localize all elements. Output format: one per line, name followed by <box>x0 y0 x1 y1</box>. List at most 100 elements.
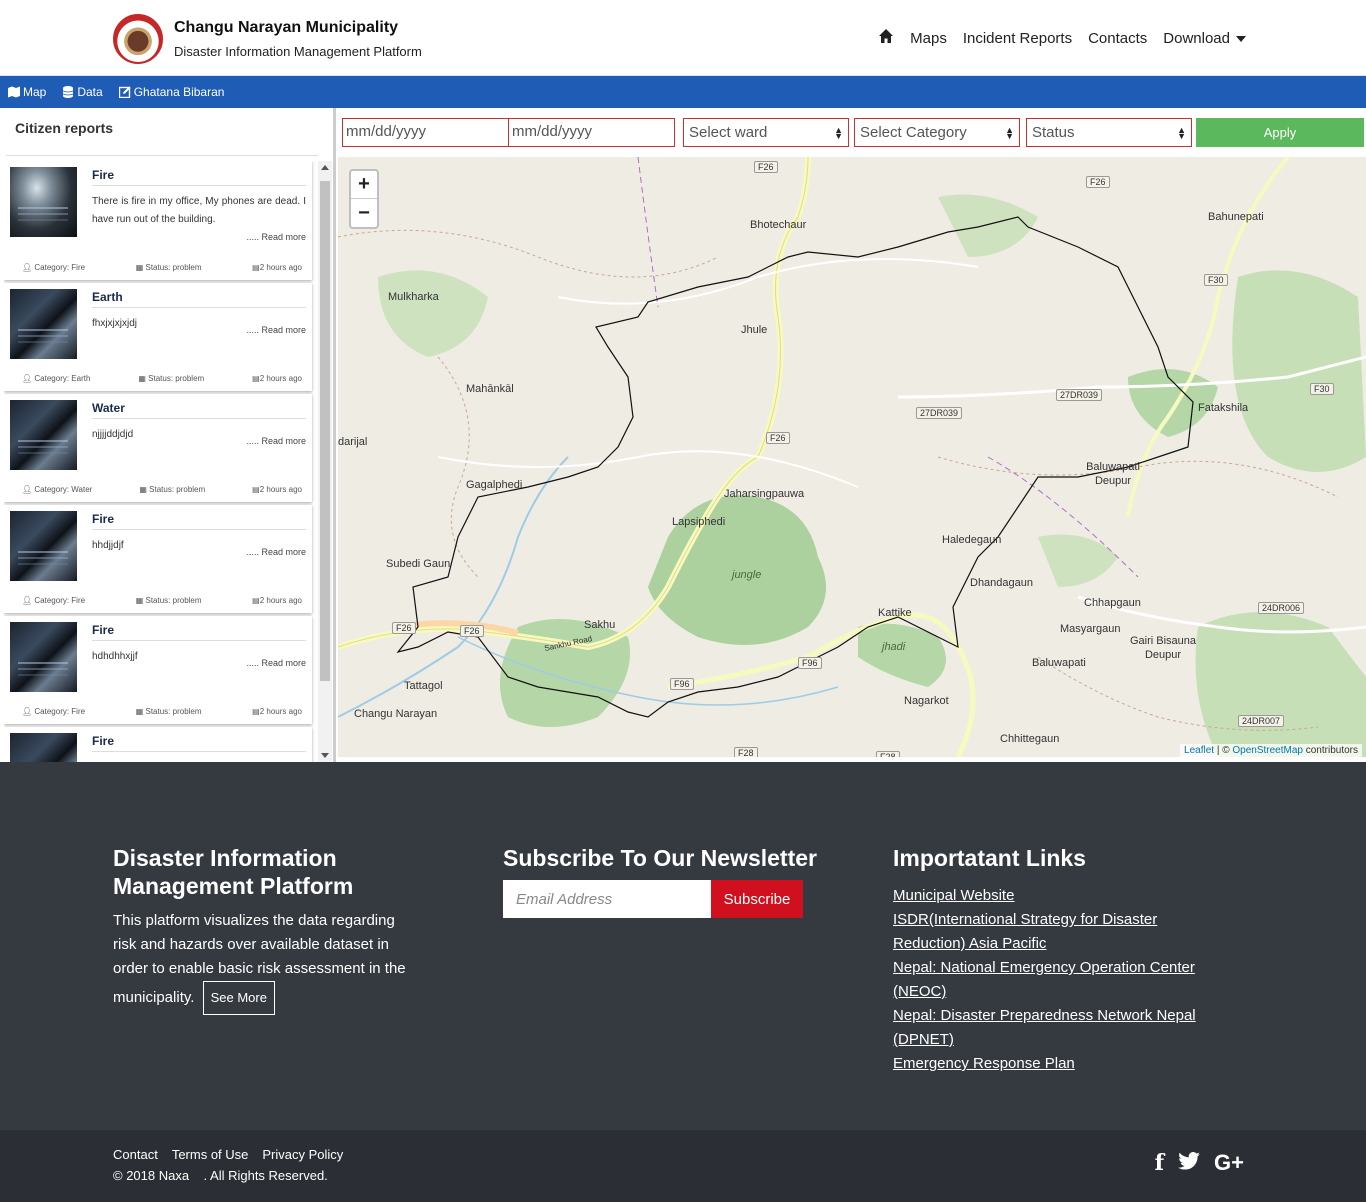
report-thumbnail[interactable] <box>10 511 77 581</box>
edit-icon <box>118 86 131 98</box>
scroll-up-icon[interactable] <box>321 165 329 170</box>
scroll-down-icon[interactable] <box>321 753 329 758</box>
footer-about: Disaster Information Management Platform… <box>113 844 433 1015</box>
map-place-label: Bahunepati <box>1208 211 1264 223</box>
link-municipal-website[interactable]: Municipal Website <box>893 884 1213 908</box>
terms-link[interactable]: Terms of Use <box>172 1147 249 1162</box>
report-time: ▤2 hours ago <box>252 485 302 494</box>
report-status: ▦ Status: problem <box>138 374 204 383</box>
apply-button[interactable]: Apply <box>1196 118 1364 147</box>
map-tiles <box>338 157 1366 757</box>
divider <box>6 155 318 156</box>
nav-incident-reports[interactable]: Incident Reports <box>963 30 1072 47</box>
road-label: F26 <box>766 432 790 444</box>
ward-select[interactable]: Select ward ▲ ▼ <box>683 118 849 147</box>
leaflet-link[interactable]: Leaflet <box>1184 745 1214 756</box>
bottom-links: Contact Terms of Use Privacy Policy <box>113 1147 343 1162</box>
report-list[interactable]: Fire There is fire in my office, My phone… <box>4 161 316 762</box>
divider <box>92 185 306 186</box>
category-select[interactable]: Select Category ▲ ▼ <box>854 118 1020 147</box>
report-thumbnail[interactable] <box>10 289 77 359</box>
google-plus-link[interactable]: G+ <box>1214 1150 1244 1176</box>
see-more-button[interactable]: See More <box>202 981 275 1015</box>
report-thumbnail[interactable] <box>10 733 77 762</box>
date-to-input[interactable]: mm/dd/yyyy <box>508 118 675 147</box>
read-more-link[interactable]: ..... Read more <box>246 436 306 446</box>
report-card[interactable]: Water njjjjddjdjd..... Read more 👤︎ Catego… <box>4 394 312 502</box>
nav-home[interactable] <box>878 28 894 48</box>
status-text: Status: problem <box>148 374 205 383</box>
report-thumbnail[interactable] <box>10 167 77 237</box>
report-thumbnail[interactable] <box>10 400 77 470</box>
nav-download-dropdown[interactable]: Download <box>1163 30 1246 47</box>
report-thumbnail[interactable] <box>10 622 77 692</box>
email-field[interactable]: Email Address <box>503 880 711 918</box>
map-place-label: Masyargaun <box>1060 623 1121 635</box>
time-text: 2 hours ago <box>259 374 302 383</box>
report-card[interactable]: Fire hdhdhhxjjf..... Read more 👤︎ Category… <box>4 616 312 724</box>
select-arrows-icon: ▲ ▼ <box>1177 124 1186 141</box>
report-time: ▤2 hours ago <box>252 374 302 383</box>
report-category: 👤︎ Category: Fire <box>22 263 85 272</box>
report-category: 👤︎ Category: Fire <box>22 707 85 716</box>
municipality-logo[interactable] <box>113 14 163 64</box>
report-category: 👤︎ Category: Water <box>22 485 92 494</box>
divider <box>92 418 306 419</box>
status-icon: ▦ <box>135 707 144 716</box>
report-title[interactable]: Fire <box>92 168 114 182</box>
tab-map[interactable]: Map <box>8 85 46 99</box>
nav-contacts[interactable]: Contacts <box>1088 30 1147 47</box>
user-icon: 👤︎ <box>22 374 33 383</box>
privacy-link[interactable]: Privacy Policy <box>262 1147 343 1162</box>
site-title[interactable]: Changu Narayan Municipality <box>174 19 398 37</box>
report-title[interactable]: Fire <box>92 512 114 526</box>
link-neoc[interactable]: Nepal: National Emergency Operation Cent… <box>893 956 1213 1004</box>
scroll-thumb[interactable] <box>320 181 330 681</box>
contact-link[interactable]: Contact <box>113 1147 158 1162</box>
tab-data-label: Data <box>77 85 103 99</box>
report-meta: 👤︎ Category: Fire ▦ Status: problem ▤2 hou… <box>22 263 302 272</box>
read-more-link[interactable]: ..... Read more <box>246 232 306 242</box>
road-label: F96 <box>670 678 694 690</box>
report-title[interactable]: Earth <box>92 290 123 304</box>
tab-data[interactable]: Data <box>62 85 103 99</box>
map-place-label: Jhule <box>741 324 768 336</box>
link-emergency-response-plan[interactable]: Emergency Response Plan <box>893 1052 1213 1076</box>
twitter-link[interactable] <box>1178 1151 1200 1175</box>
status-text: Status: problem <box>145 707 202 716</box>
report-title[interactable]: Water <box>92 401 125 415</box>
map-place-label: Fatakshila <box>1198 402 1249 414</box>
zoom-in-button[interactable]: + <box>351 171 377 199</box>
report-card[interactable]: Fire There is fire in my office, My phone… <box>4 161 312 280</box>
osm-link[interactable]: OpenStreetMap <box>1232 745 1303 756</box>
subscribe-button[interactable]: Subscribe <box>711 880 803 918</box>
read-more-link[interactable]: ..... Read more <box>246 547 306 557</box>
link-dpnet[interactable]: Nepal: Disaster Preparedness Network Nep… <box>893 1004 1213 1052</box>
road-label: F26 <box>754 161 778 173</box>
read-more-link[interactable]: ..... Read more <box>246 658 306 668</box>
google-plus-icon: G+ <box>1214 1150 1244 1175</box>
tab-ghatana-bibaran[interactable]: Ghatana Bibaran <box>118 85 225 99</box>
status-select[interactable]: Status ▲ ▼ <box>1026 118 1192 147</box>
report-list-scrollbar[interactable] <box>318 161 332 762</box>
map-view[interactable]: Bhotechaur Bahunepati Mulkharka Jhule Mahānk… <box>338 157 1366 757</box>
read-more-link[interactable]: ..... Read more <box>246 325 306 335</box>
report-title[interactable]: Fire <box>92 734 114 748</box>
link-isdr[interactable]: ISDR(International Strategy for Disaster… <box>893 908 1213 956</box>
zoom-out-button[interactable]: − <box>351 199 377 227</box>
nav-maps[interactable]: Maps <box>910 30 947 47</box>
date-from-input[interactable]: mm/dd/yyyy <box>342 118 509 147</box>
report-card[interactable]: Fire <box>4 727 312 762</box>
tab-ghatana-label: Ghatana Bibaran <box>133 85 225 99</box>
site-header: Changu Narayan Municipality Disaster Inf… <box>0 0 1366 76</box>
map-place-label: Haledegaun <box>942 534 1002 546</box>
report-title[interactable]: Fire <box>92 623 114 637</box>
map-place-label: Jaharsingpauwa <box>724 488 805 500</box>
report-card[interactable]: Earth fhxjxjxjxjdj..... Read more 👤︎ Categ… <box>4 283 312 391</box>
panel-title: Citizen reports <box>15 120 114 136</box>
report-card[interactable]: Fire hhdjjdjf..... Read more 👤︎ Category: … <box>4 505 312 613</box>
report-meta: 👤︎ Category: Fire ▦ Status: problem ▤2 hou… <box>22 596 302 605</box>
calendar-icon: ▤ <box>252 485 260 494</box>
bottom-bar: Contact Terms of Use Privacy Policy © 20… <box>0 1130 1366 1202</box>
facebook-link[interactable]: f <box>1155 1150 1164 1176</box>
